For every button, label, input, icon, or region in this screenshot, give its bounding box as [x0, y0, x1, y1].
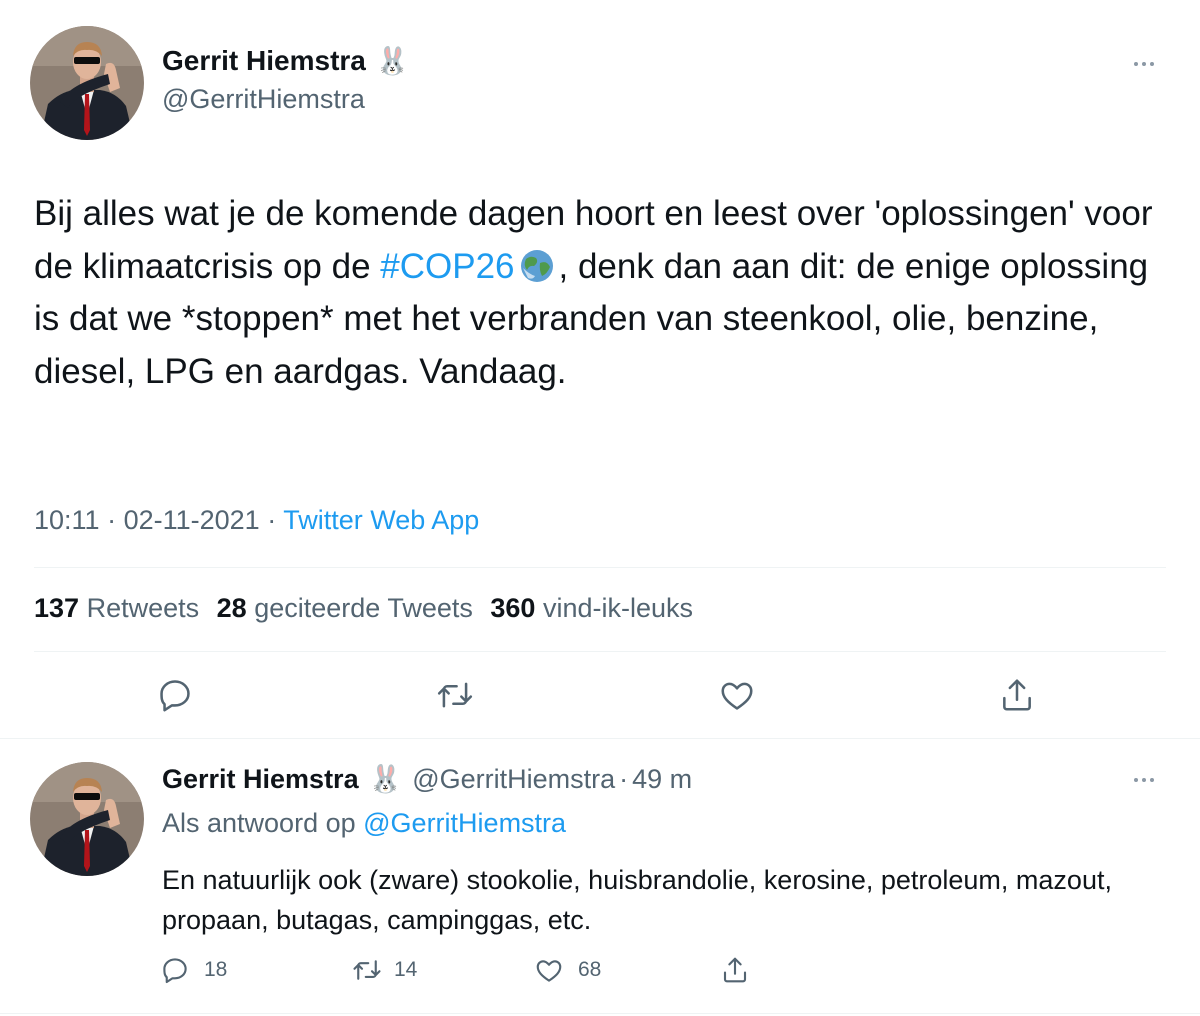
divider — [0, 738, 1200, 739]
share-icon — [1003, 679, 1031, 711]
retweet-icon — [353, 960, 381, 980]
reply-share-button[interactable] — [720, 955, 750, 985]
divider — [0, 1013, 1200, 1014]
hashtag-link[interactable]: #COP26 — [380, 247, 514, 286]
avatar[interactable] — [30, 762, 144, 876]
likes-count: 360 — [490, 593, 536, 623]
tweet-meta: 10:11 · 02-11-2021 · Twitter Web App — [34, 505, 479, 536]
quotes-stat[interactable]: 28 geciteerde Tweets — [217, 593, 473, 623]
author-handle[interactable]: @GerritHiemstra — [412, 764, 615, 795]
retweet-count: 14 — [394, 958, 418, 981]
divider — [34, 651, 1166, 652]
reply-context: Als antwoord op @GerritHiemstra — [162, 808, 566, 839]
like-icon — [536, 960, 562, 982]
meta-separator: · — [267, 505, 277, 535]
retweets-count: 137 — [34, 593, 80, 623]
reply-count: 18 — [204, 958, 228, 981]
retweet-button[interactable] — [436, 676, 474, 714]
author-name[interactable]: Gerrit Hiemstra — [162, 45, 366, 77]
more-icon[interactable] — [1134, 778, 1154, 782]
meta-separator: · — [619, 763, 629, 794]
rabbit-emoji: 🐰 — [368, 764, 403, 794]
tweet-text: Bij alles wat je de komende dagen hoort … — [34, 188, 1174, 398]
retweets-stat[interactable]: 137 Retweets — [34, 593, 199, 623]
rabbit-emoji: 🐰 — [375, 46, 410, 76]
reply-button[interactable] — [156, 676, 194, 714]
quotes-count: 28 — [216, 593, 247, 623]
earth-emoji — [517, 247, 557, 283]
tweet-date[interactable]: 02-11-2021 — [124, 505, 260, 535]
tweet-stats: 137 Retweets 28 geciteerde Tweets 360 vi… — [34, 593, 693, 624]
reply-text: En natuurlijk ook (zware) stookolie, hui… — [162, 865, 1112, 935]
reply-header: Gerrit Hiemstra 🐰 @GerritHiemstra · 49 m — [162, 762, 692, 796]
reply-like-button[interactable]: 68 — [534, 955, 601, 985]
likes-label: vind-ik-leuks — [542, 593, 693, 623]
quotes-label: geciteerde Tweets — [254, 593, 473, 623]
author-handle[interactable]: @GerritHiemstra — [162, 84, 365, 115]
meta-separator: · — [107, 505, 117, 535]
reply-prefix: Als antwoord op — [162, 808, 356, 838]
author-name[interactable]: Gerrit Hiemstra — [162, 764, 359, 795]
like-icon — [721, 682, 753, 710]
share-icon — [723, 957, 747, 983]
retweet-icon — [437, 682, 473, 708]
like-count: 68 — [578, 958, 602, 981]
avatar[interactable] — [30, 26, 144, 140]
tweet-source[interactable]: Twitter Web App — [283, 505, 479, 535]
reply-retweet-button[interactable]: 14 — [352, 955, 417, 985]
like-button[interactable] — [718, 676, 756, 714]
tweet-time[interactable]: 10:11 — [34, 505, 100, 535]
reply-icon — [163, 958, 187, 984]
likes-stat[interactable]: 360 vind-ik-leuks — [490, 593, 693, 623]
reply-time[interactable]: 49 m — [632, 764, 692, 795]
retweets-label: Retweets — [86, 593, 200, 623]
more-icon[interactable] — [1134, 62, 1154, 66]
reply-icon — [160, 680, 190, 712]
reply-to-link[interactable]: @GerritHiemstra — [363, 808, 566, 838]
reply-reply-button[interactable]: 18 — [160, 955, 227, 985]
share-button[interactable] — [998, 676, 1036, 714]
divider — [34, 567, 1166, 568]
